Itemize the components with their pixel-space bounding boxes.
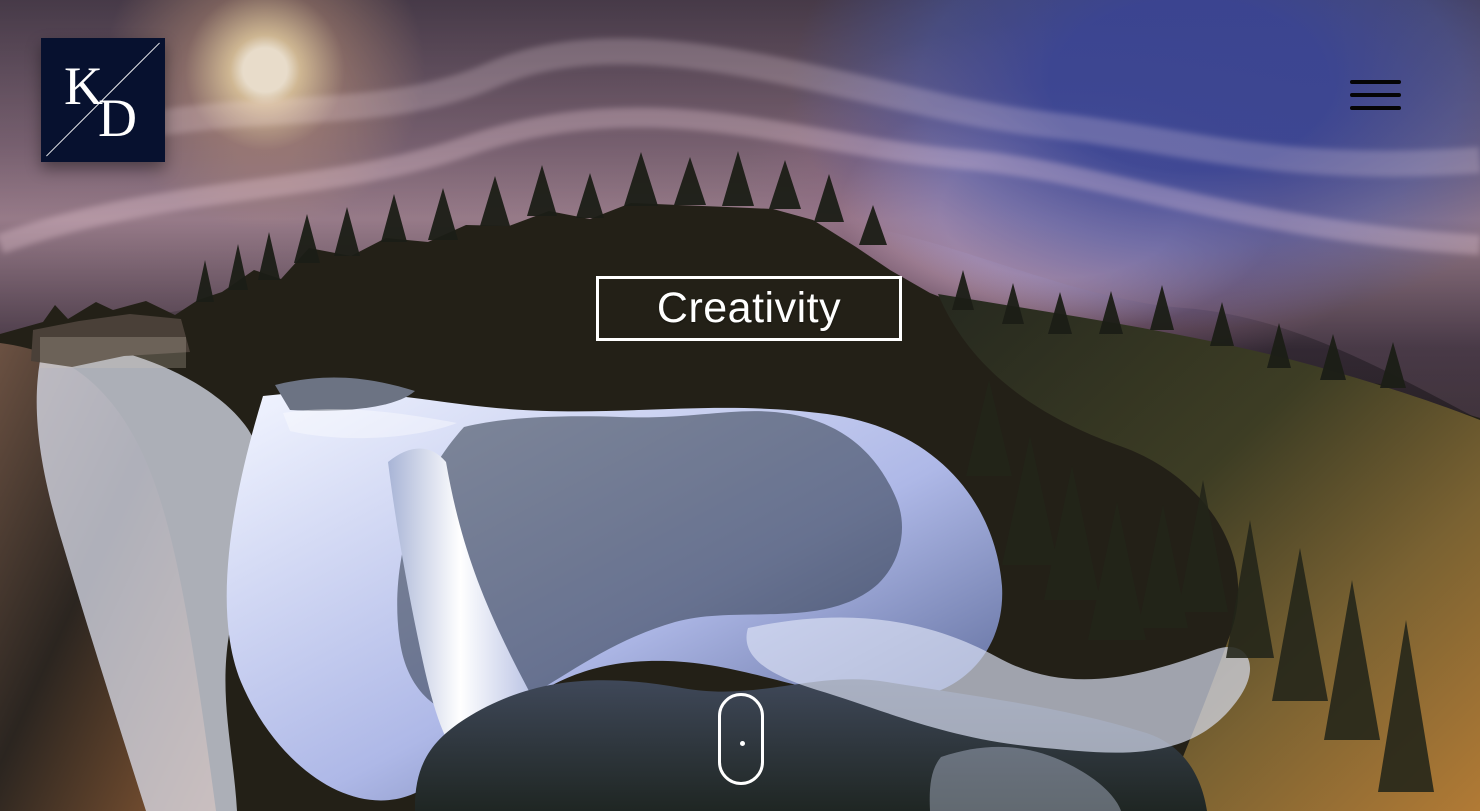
scroll-wheel-dot [740,741,745,746]
logo-letter-k: K [64,56,103,116]
mouse-scroll-icon[interactable] [718,693,764,785]
kd-logo[interactable]: K D [41,38,165,162]
menu-line-bottom [1350,106,1401,110]
waterfall-landscape-background [0,0,1480,811]
hamburger-menu-icon[interactable] [1350,78,1402,114]
hero-section: K D Creativity [0,0,1480,811]
hero-headline: Creativity [656,284,842,332]
hero-headline-frame: Creativity [596,276,902,341]
logo-letter-d: D [98,88,137,148]
menu-line-middle [1350,93,1401,97]
menu-line-top [1350,80,1401,84]
